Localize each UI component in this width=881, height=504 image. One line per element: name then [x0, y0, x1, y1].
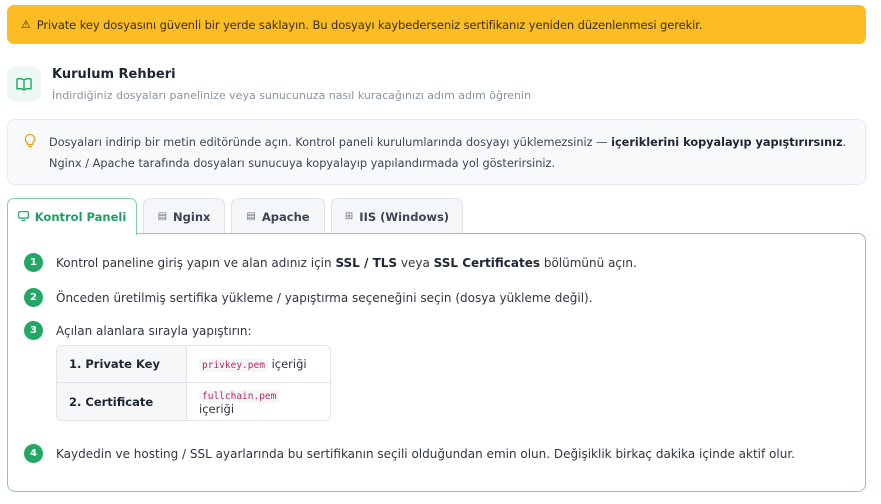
- table-row: 1. Private Key privkey.pem içeriği: [57, 346, 330, 383]
- guide-title: Kurulum Rehberi: [52, 67, 176, 82]
- step-number: 4: [24, 444, 43, 463]
- step-number: 2: [24, 288, 43, 307]
- tab-panel-kontrol-paneli: 1 Kontrol paneline giriş yapın ve alan a…: [7, 233, 866, 492]
- step-4: 4 Kaydedin ve hosting / SSL ayarlarında …: [24, 444, 844, 463]
- tip-bold: içeriklerini kopyalayıp yapıştırırsınız: [611, 136, 843, 149]
- alert-text: Private key dosyasını güvenli bir yerde …: [36, 17, 703, 32]
- step-1: 1 Kontrol paneline giriş yapın ve alan a…: [24, 253, 844, 272]
- field-value: privkey.pem içeriği: [187, 346, 330, 383]
- tab-label: Nginx: [173, 209, 211, 224]
- server-icon: ▤: [157, 211, 168, 222]
- tab-apache[interactable]: ▤ Apache: [231, 198, 325, 234]
- guide-subtitle: İndirdiğiniz dosyaları panelinize veya s…: [52, 89, 532, 102]
- field-name: 1. Private Key: [57, 346, 187, 383]
- tab-label: IIS (Windows): [359, 209, 450, 224]
- lightbulb-icon: [23, 133, 37, 156]
- tip-text-1: Dosyaları indirip bir metin editöründe a…: [49, 136, 612, 149]
- step-2: 2 Önceden üretilmiş sertifika yükleme / …: [24, 288, 844, 307]
- tip-box: Dosyaları indirip bir metin editöründe a…: [7, 119, 866, 185]
- tab-kontrol-paneli[interactable]: Kontrol Paneli: [7, 198, 137, 235]
- step-text: Kaydedin ve hosting / SSL ayarlarında bu…: [56, 446, 795, 461]
- file-name: privkey.pem: [199, 359, 268, 372]
- windows-icon: ⊞: [344, 211, 354, 222]
- field-value: fullchain.pem içeriği: [187, 383, 330, 420]
- step-3: 3 Açılan alanlara sırayla yapıştırın:: [24, 321, 844, 340]
- step-number: 1: [24, 253, 43, 272]
- monitor-icon: [17, 210, 29, 224]
- step-number: 3: [24, 321, 43, 340]
- tab-label: Apache: [261, 209, 310, 224]
- tab-nginx[interactable]: ▤ Nginx: [143, 198, 225, 234]
- step-text: Açılan alanlara sırayla yapıştırın:: [56, 323, 252, 338]
- server-icon: ▤: [246, 211, 256, 222]
- warning-icon: ⚠: [21, 18, 31, 31]
- field-name: 2. Certificate: [57, 383, 187, 420]
- step-text: Kontrol paneline giriş yapın ve alan adı…: [56, 255, 637, 270]
- tab-label: Kontrol Paneli: [34, 210, 127, 224]
- warning-alert: ⚠ Private key dosyasını güvenli bir yerd…: [7, 5, 866, 44]
- book-icon: [7, 67, 41, 101]
- paste-fields-table: 1. Private Key privkey.pem içeriği 2. Ce…: [56, 345, 331, 421]
- tab-iis-windows[interactable]: ⊞ IIS (Windows): [331, 198, 463, 234]
- step-text: Önceden üretilmiş sertifika yükleme / ya…: [56, 290, 593, 305]
- table-row: 2. Certificate fullchain.pem içeriği: [57, 383, 330, 420]
